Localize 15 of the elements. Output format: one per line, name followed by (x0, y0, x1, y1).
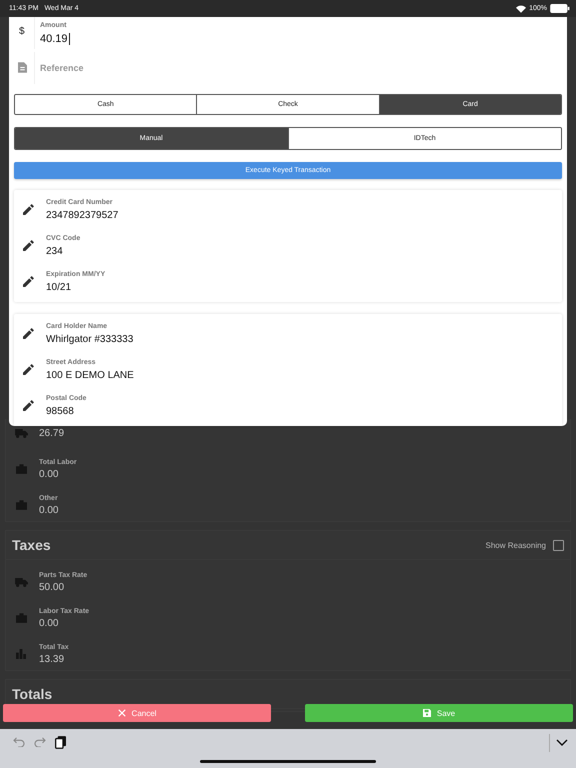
paste-button[interactable] (55, 734, 66, 750)
field-value: 50.00 (39, 582, 66, 592)
field-value: 0.00 (39, 468, 60, 480)
field-value: 13.39 (39, 654, 66, 664)
section-title: Taxes (12, 537, 51, 553)
section-title: Totals (12, 686, 52, 702)
close-icon (118, 709, 126, 717)
checkbox-label: Show Reasoning (486, 540, 546, 550)
checkbox[interactable] (553, 540, 564, 550)
field-value: 26.79 (39, 428, 64, 438)
field-value: 0.00 (39, 618, 60, 628)
battery-icon (550, 4, 570, 13)
field-value: 0.00 (39, 504, 58, 516)
floppy-icon (422, 709, 431, 717)
wifi-icon (516, 4, 526, 12)
